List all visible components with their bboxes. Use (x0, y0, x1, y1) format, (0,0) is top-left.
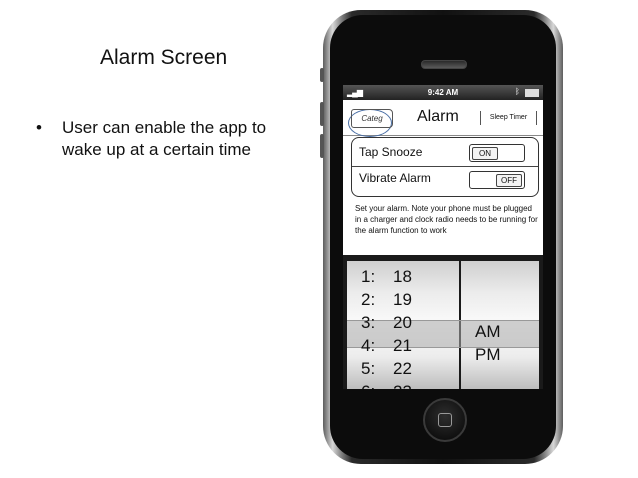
row-value: 19 (393, 290, 412, 309)
home-square-icon (438, 413, 452, 427)
vibrate-alarm-toggle[interactable]: OFF (469, 171, 525, 189)
bluetooth-icon: ᛒ (515, 87, 520, 96)
sleep-timer-button[interactable]: Sleep Timer (480, 111, 537, 125)
back-button[interactable]: Categ (351, 109, 393, 128)
battery-icon (525, 89, 539, 97)
row-divider (352, 166, 538, 167)
volume-down-button (320, 134, 324, 158)
home-button[interactable] (423, 398, 467, 442)
pm-option[interactable]: PM (475, 345, 501, 365)
nav-bar: Categ Alarm Sleep Timer (343, 101, 543, 137)
status-bar: ▂▄▆ 9:42 AM ᛒ (343, 85, 543, 100)
am-option[interactable]: AM (475, 322, 501, 342)
picker-selection-bar (347, 320, 539, 348)
row-value: 21 (393, 336, 412, 355)
row-value: 18 (393, 267, 412, 286)
alarm-note: Set your alarm. Note your phone must be … (355, 204, 538, 235)
time-picker[interactable]: 1: 18 2: 19 3: 20 4: 21 5: 22 6: 23 (343, 255, 543, 389)
toggle-state-off: OFF (496, 174, 522, 187)
row-value: 22 (393, 359, 412, 378)
toggle-state-on: ON (472, 147, 498, 160)
row-number: 5: (361, 359, 376, 378)
iphone-mockup: ▂▄▆ 9:42 AM ᛒ Categ Alarm Sleep Timer Ta… (320, 10, 563, 464)
row-number: 3: (361, 313, 376, 332)
bullet-text: User can enable the app to wake up at a … (62, 118, 267, 159)
nav-title: Alarm (417, 108, 459, 125)
settings-group: Tap Snooze ON Vibrate Alarm OFF (351, 137, 539, 197)
earpiece-speaker (421, 60, 467, 69)
phone-screen: ▂▄▆ 9:42 AM ᛒ Categ Alarm Sleep Timer Ta… (343, 85, 543, 389)
row-number: 4: (361, 336, 376, 355)
row-number: 1: (361, 267, 376, 286)
vibrate-alarm-label: Vibrate Alarm (359, 171, 431, 185)
volume-up-button (320, 102, 324, 126)
tap-snooze-toggle[interactable]: ON (469, 144, 525, 162)
slide-title: Alarm Screen (100, 46, 228, 69)
row-value: 23 (393, 380, 412, 389)
mute-switch (320, 68, 324, 82)
tap-snooze-label: Tap Snooze (359, 145, 423, 159)
bullet-marker: • (36, 118, 42, 137)
status-time: 9:42 AM (427, 88, 459, 97)
row-value: 20 (393, 313, 412, 332)
row-number: 2: (361, 290, 376, 309)
row-number: 6: (361, 380, 375, 389)
